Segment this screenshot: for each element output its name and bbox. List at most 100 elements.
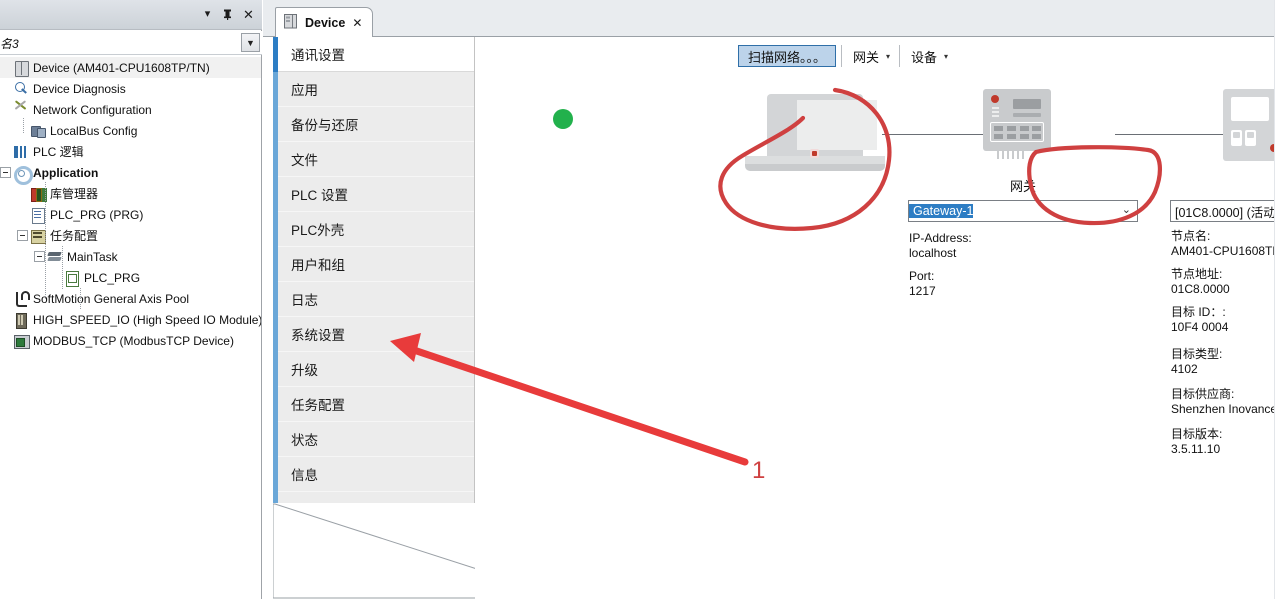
tree-item-label: PLC_PRG (PRG) [50,207,144,222]
device-tree[interactable]: Device (AM401-CPU1608TP/TN) Device Diagno… [0,56,261,599]
tree-item-label: 库管理器 [50,187,99,201]
device-target-type-value: 4102 [1171,362,1198,376]
tree-item[interactable]: PLC 逻辑 [0,141,261,162]
device-select-value: [01C8.0000] (活动的) [1175,205,1275,220]
settings-tab-label: PLC外壳 [291,223,345,238]
device-target-id-label: 目标 ID：: [1171,305,1226,319]
settings-tab-3[interactable]: 文件 [278,142,474,177]
tree-connector [62,246,63,290]
app-window: ▾ ✕ 名3 ▼ Device (AM401-CPU1608TP/TN) Devi… [0,0,1275,599]
chevron-down-icon[interactable]: ▼ [241,33,260,52]
tree-expander-icon[interactable] [0,167,11,178]
connection-line-right [1115,134,1235,135]
device-node-address-value: 01C8.0000 [1171,282,1230,296]
tree-item-label: Device Diagnosis [33,81,126,96]
settings-tab-11[interactable]: 状态 [278,422,474,457]
tree-item[interactable]: Device Diagnosis [0,78,261,99]
panel-dropdown-icon[interactable]: ▾ [199,6,216,23]
settings-tab-label: PLC 设置 [291,188,349,203]
tree-item[interactable]: Device (AM401-CPU1608TP/TN) [0,57,261,78]
tree-item[interactable]: LocalBus Config [0,120,261,141]
device-select[interactable]: [01C8.0000] (活动的) ⌄ [1170,200,1275,222]
settings-tab-12[interactable]: 信息 [278,457,474,492]
gateway-port [1007,126,1016,131]
tree-item[interactable]: 库管理器 [0,183,261,204]
device-tree-panel: ▾ ✕ 名3 ▼ Device (AM401-CPU1608TP/TN) Devi… [0,0,262,599]
device-version-label: 目标版本: [1171,427,1223,441]
tree-item[interactable]: Network Configuration [0,99,261,120]
library-icon [30,186,46,202]
tab-close-icon[interactable]: ✕ [352,16,362,30]
device-target-type-info: 目标类型: 4102 [1171,347,1222,377]
gateway-tick [992,107,999,109]
settings-tab-8[interactable]: 系统设置 [278,317,474,352]
device-menu-button[interactable]: 设备 ▾ [904,45,955,67]
editor-toolbar: 扫描网络。。。 网关 ▾ 设备 ▾ [475,40,1265,68]
settings-tab-10[interactable]: 任务配置 [278,387,474,422]
chevron-down-icon: ▾ [886,51,891,61]
settings-tab-label: 文件 [291,153,318,168]
gateway-port [1020,134,1029,139]
settings-tab-label: 升级 [291,363,318,378]
tree-item-label: SoftMotion General Axis Pool [33,291,190,306]
settings-tab-2[interactable]: 备份与还原 [278,107,474,142]
gateway-menu-button[interactable]: 网关 ▾ [846,45,897,67]
tree-item[interactable]: MODBUS_TCP (ModbusTCP Device) [0,330,261,351]
settings-tab-4[interactable]: PLC 设置 [278,177,474,212]
device-tab-icon [284,13,298,32]
tree-item[interactable]: PLC_PRG [0,267,261,288]
settings-tab-5[interactable]: PLC外壳 [278,212,474,247]
close-icon[interactable]: ✕ [240,6,257,23]
gateway-caption: 网关 [1009,179,1036,194]
tree-item[interactable]: MainTask [0,246,261,267]
settings-tab-1[interactable]: 应用 [278,72,474,107]
gateway-ip-label: IP-Address: [909,231,972,245]
gateway-select[interactable]: Gateway-1 ⌄ [908,200,1138,222]
tree-expander-icon[interactable] [34,251,45,262]
settings-tab-label: 备份与还原 [291,118,359,133]
settings-tab-0[interactable]: 通讯设置 [273,37,474,72]
device-vendor-info: 目标供应商: Shenzhen Inovance Technology [1171,387,1275,417]
chevron-down-icon[interactable]: ⌄ [1122,205,1131,216]
magnifier-icon [13,81,29,97]
settings-tab-label: 状态 [291,433,318,448]
scan-network-button[interactable]: 扫描网络。。。 [738,45,837,67]
settings-tab-list[interactable]: 通讯设置应用备份与还原文件 PLC 设置 PLC外壳用户和组 日志 系统设置升级任务配置… [273,37,475,503]
tab-device[interactable]: Device ✕ [275,7,374,37]
settings-tab-9[interactable]: 升级 [278,352,474,387]
plc-device-icon [1223,89,1275,161]
settings-tab-6[interactable]: 用户和组 [278,247,474,282]
tree-expander-icon[interactable] [17,230,28,241]
gateway-pin [1007,151,1009,159]
toolbar-separator-2 [899,45,900,67]
tree-connector [23,118,24,134]
pin-icon[interactable] [219,6,236,23]
gateway-select-value: Gateway-1 [909,204,974,218]
tree-item-label: MODBUS_TCP (ModbusTCP Device) [33,333,234,348]
plclogic-icon [13,144,29,160]
modbus-icon [13,333,30,349]
settings-tab-label: 通讯设置 [291,48,345,63]
gateway-ip-info: IP-Address: localhost [909,231,972,261]
device-icon [13,60,29,77]
gateway-menu-label: 网关 [853,49,880,65]
tree-item[interactable]: 任务配置 [0,225,261,246]
settings-tab-7[interactable]: 日志 [278,282,474,317]
plc-display [1231,97,1269,121]
device-target-id-value: 10F4 0004 [1171,320,1229,334]
settings-tab-label: 任务配置 [291,398,345,413]
laptop-base-front [745,164,885,171]
communication-canvas: 网关 Gateway-1 ⌄ IP-Address: localhost Por… [475,69,1275,599]
plc-switch [1231,130,1242,146]
gateway-label-bar [1013,113,1041,117]
tree-item[interactable]: SoftMotion General Axis Pool [0,288,261,309]
gateway-port [1032,126,1041,131]
toolbar-separator-1 [841,45,842,67]
tree-item-label: PLC_PRG [84,270,141,285]
tree-item[interactable]: HIGH_SPEED_IO (High Speed IO Module) [0,309,261,330]
gateway-status-indicator [553,109,573,129]
tree-item[interactable]: PLC_PRG (PRG) [0,204,261,225]
device-tree-titlebar: ▾ ✕ [0,0,262,30]
tree-item[interactable]: Application [0,162,261,185]
project-combo[interactable]: 名3 ▼ [0,31,262,55]
